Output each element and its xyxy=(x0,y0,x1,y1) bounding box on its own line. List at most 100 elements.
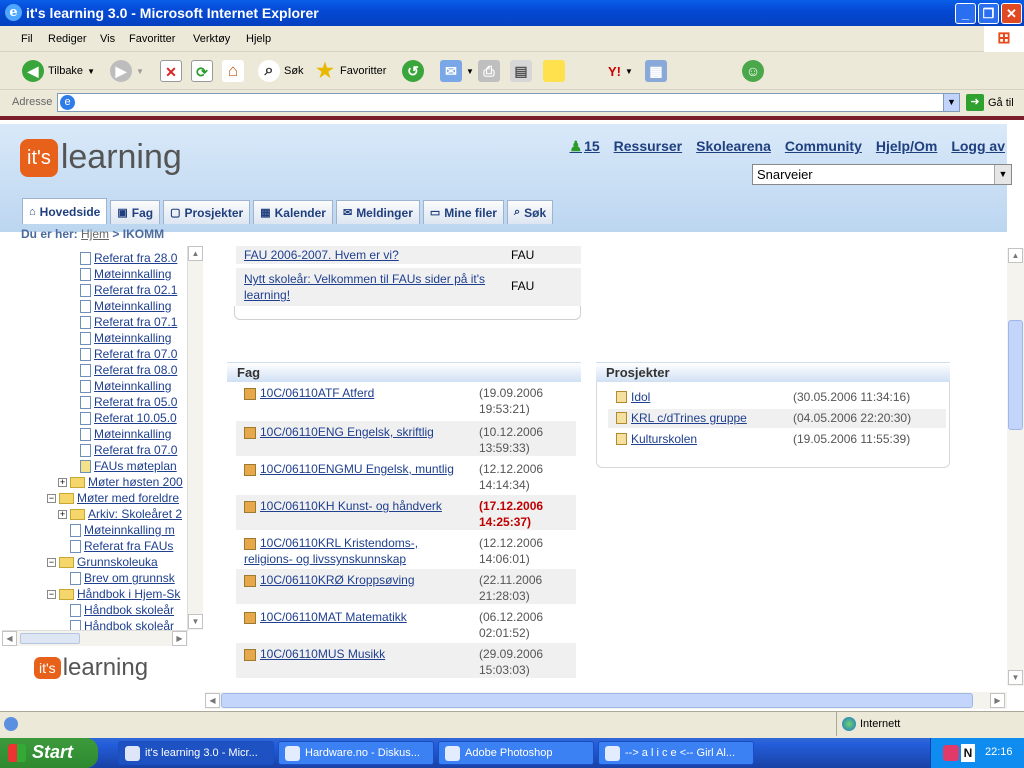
tree-item-label[interactable]: Arkiv: Skoleåret 2 xyxy=(88,507,182,521)
tree-item-label[interactable]: FAUs møteplan xyxy=(94,459,177,473)
tab-kalender[interactable]: ▦ Kalender xyxy=(253,200,333,224)
page-scroll-down-icon[interactable]: ▼ xyxy=(1008,670,1023,685)
fag-link[interactable]: 10C/06110MAT Matematikk xyxy=(260,610,407,624)
fag-link[interactable]: 10C/06110ENGMU Engelsk, muntlig xyxy=(260,462,454,476)
menu-file[interactable]: Fil xyxy=(21,33,33,45)
forward-button[interactable]: ▶ ▼ xyxy=(110,59,144,83)
tree-item-label[interactable]: Referat fra 05.0 xyxy=(94,395,177,409)
project-link[interactable]: Idol xyxy=(631,390,650,404)
tree-item-label[interactable]: Håndbok skoleår xyxy=(84,603,174,617)
language-icon[interactable]: N xyxy=(961,744,975,762)
menu-edit[interactable]: Rediger xyxy=(48,33,87,45)
yahoo-button[interactable]: Y! ▼ xyxy=(608,59,633,83)
tree-item[interactable]: Håndbok skoleår xyxy=(70,602,174,618)
tree-scroll-thumb[interactable] xyxy=(20,633,80,644)
project-link[interactable]: KRL c/dTrines gruppe xyxy=(631,411,747,425)
tree-item-label[interactable]: Møteinnkalling xyxy=(94,427,171,441)
link-ressurser[interactable]: Ressurser xyxy=(614,138,683,155)
link-skolearena[interactable]: Skolearena xyxy=(696,138,771,155)
tree-item-label[interactable]: Referat fra 07.0 xyxy=(94,347,177,361)
tree-item-label[interactable]: Referat fra 07.1 xyxy=(94,315,177,329)
tree-item-label[interactable]: Møter høsten 200 xyxy=(88,475,183,489)
start-button[interactable]: Start xyxy=(0,738,98,768)
tree-item[interactable]: Referat fra 02.1 xyxy=(80,282,177,298)
task-itslearning[interactable]: it's learning 3.0 - Micr... xyxy=(118,741,274,765)
link-help[interactable]: Hjelp/Om xyxy=(876,138,937,155)
tree-item[interactable]: Møteinnkalling xyxy=(80,378,171,394)
tree-item-label[interactable]: Møteinnkalling m xyxy=(84,523,175,537)
tree-item[interactable]: Referat fra 05.0 xyxy=(80,394,177,410)
scroll-down-icon[interactable]: ▼ xyxy=(188,614,203,629)
tree-item-label[interactable]: Møteinnkalling xyxy=(94,267,171,281)
menu-tools[interactable]: Verktøy xyxy=(193,33,230,45)
tray-app-icon[interactable] xyxy=(943,745,959,761)
tree-item-label[interactable]: Møter med foreldre xyxy=(77,491,179,505)
link-logout[interactable]: Logg av xyxy=(951,138,1005,155)
page-hscroll-thumb[interactable] xyxy=(221,693,973,708)
fag-link[interactable]: 10C/06110KRL Kristendoms-, religions- og… xyxy=(244,536,418,566)
tree-item[interactable]: Møteinnkalling xyxy=(80,330,171,346)
tree-item[interactable]: + Møter høsten 200 xyxy=(58,474,183,490)
tree-item[interactable]: Referat fra 07.0 xyxy=(80,442,177,458)
tab-mine-filer[interactable]: ▭ Mine filer xyxy=(422,200,504,224)
menu-favorites[interactable]: Favoritter xyxy=(129,33,175,45)
task-messenger[interactable]: --> a l i c e <-- Girl Al... xyxy=(598,741,754,765)
minimize-button[interactable]: _ xyxy=(955,3,976,24)
search-button[interactable]: ⌕ Søk xyxy=(258,59,304,83)
scroll-right-icon[interactable]: ▶ xyxy=(172,631,187,646)
menu-view[interactable]: Vis xyxy=(100,33,115,45)
page-scroll-left-icon[interactable]: ◀ xyxy=(205,693,220,708)
tree-item-label[interactable]: Brev om grunnsk xyxy=(84,571,175,585)
tree-item[interactable]: + Arkiv: Skoleåret 2 xyxy=(58,506,182,522)
tree-item-label[interactable]: Håndbok i Hjem-Sk xyxy=(77,587,180,601)
fag-link[interactable]: 10C/06110KH Kunst- og håndverk xyxy=(260,499,442,513)
refresh-button[interactable]: ⟳ xyxy=(191,59,213,83)
tree-horizontal-scrollbar[interactable]: ◀ ▶ xyxy=(2,630,188,646)
online-users-link[interactable]: ♟ 15 xyxy=(570,138,600,155)
fag-link[interactable]: 10C/06110MUS Musikk xyxy=(260,647,385,661)
history-button[interactable]: ↺ xyxy=(402,59,424,83)
fau-link[interactable]: FAU 2006-2007. Hvem er vi? xyxy=(244,248,399,262)
expand-icon[interactable]: + xyxy=(58,509,67,519)
menu-help[interactable]: Hjelp xyxy=(246,33,271,45)
tree-item-label[interactable]: Møteinnkalling xyxy=(94,331,171,345)
address-input[interactable]: e ▼ xyxy=(57,93,960,112)
fag-link[interactable]: 10C/06110ENG Engelsk, skriftlig xyxy=(260,425,434,439)
tab-fag[interactable]: ▣ Fag xyxy=(110,200,161,224)
tree-item[interactable]: Referat fra 28.0 xyxy=(80,250,177,266)
tree-item-label[interactable]: Referat 10.05.0 xyxy=(94,411,177,425)
tree-item[interactable]: Referat fra 07.0 xyxy=(80,346,177,362)
fau-link[interactable]: Nytt skoleår: Velkommen til FAUs sider p… xyxy=(244,271,506,303)
notes-button[interactable] xyxy=(543,59,565,83)
tree-item-label[interactable]: Møteinnkalling xyxy=(94,379,171,393)
tree-item[interactable]: Møteinnkalling xyxy=(80,266,171,282)
tree-item-label[interactable]: Referat fra 08.0 xyxy=(94,363,177,377)
stop-button[interactable]: ✕ xyxy=(160,59,182,83)
messenger-button[interactable]: ☺ xyxy=(742,59,764,83)
fag-link[interactable]: 10C/06110KRØ Kroppsøving xyxy=(260,573,415,587)
tree-item-label[interactable]: Referat fra 07.0 xyxy=(94,443,177,457)
tree-item[interactable]: Referat 10.05.0 xyxy=(80,410,177,426)
tree-item[interactable]: Referat fra 07.1 xyxy=(80,314,177,330)
link-community[interactable]: Community xyxy=(785,138,862,155)
research-button[interactable]: ▦ xyxy=(645,59,667,83)
collapse-icon[interactable]: − xyxy=(47,557,56,567)
tree-item-label[interactable]: Referat fra 02.1 xyxy=(94,283,177,297)
tree-item-label[interactable]: Grunnskoleuka xyxy=(77,555,158,569)
page-scroll-right-icon[interactable]: ▶ xyxy=(990,693,1005,708)
project-link[interactable]: Kulturskolen xyxy=(631,432,697,446)
page-scroll-up-icon[interactable]: ▲ xyxy=(1008,248,1023,263)
tree-item[interactable]: − Møter med foreldre xyxy=(47,490,179,506)
tree-item[interactable]: Møteinnkalling xyxy=(80,426,171,442)
address-dropdown-icon[interactable]: ▼ xyxy=(943,94,959,111)
print-button[interactable]: ⎙ xyxy=(478,59,500,83)
go-button[interactable]: ➜ Gå til xyxy=(966,94,1014,111)
tree-item[interactable]: Referat fra FAUs xyxy=(70,538,173,554)
tab-sok[interactable]: ⌕ Søk xyxy=(506,200,554,224)
tree-vertical-scrollbar[interactable]: ▲ ▼ xyxy=(187,246,203,630)
site-logo[interactable]: it's learning xyxy=(20,138,182,177)
favorites-button[interactable]: ★ Favoritter xyxy=(314,59,386,83)
tree-item-label[interactable]: Referat fra 28.0 xyxy=(94,251,177,265)
page-vertical-scrollbar[interactable]: ▲ ▼ xyxy=(1007,248,1024,686)
tree-item-label[interactable]: Møteinnkalling xyxy=(94,299,171,313)
